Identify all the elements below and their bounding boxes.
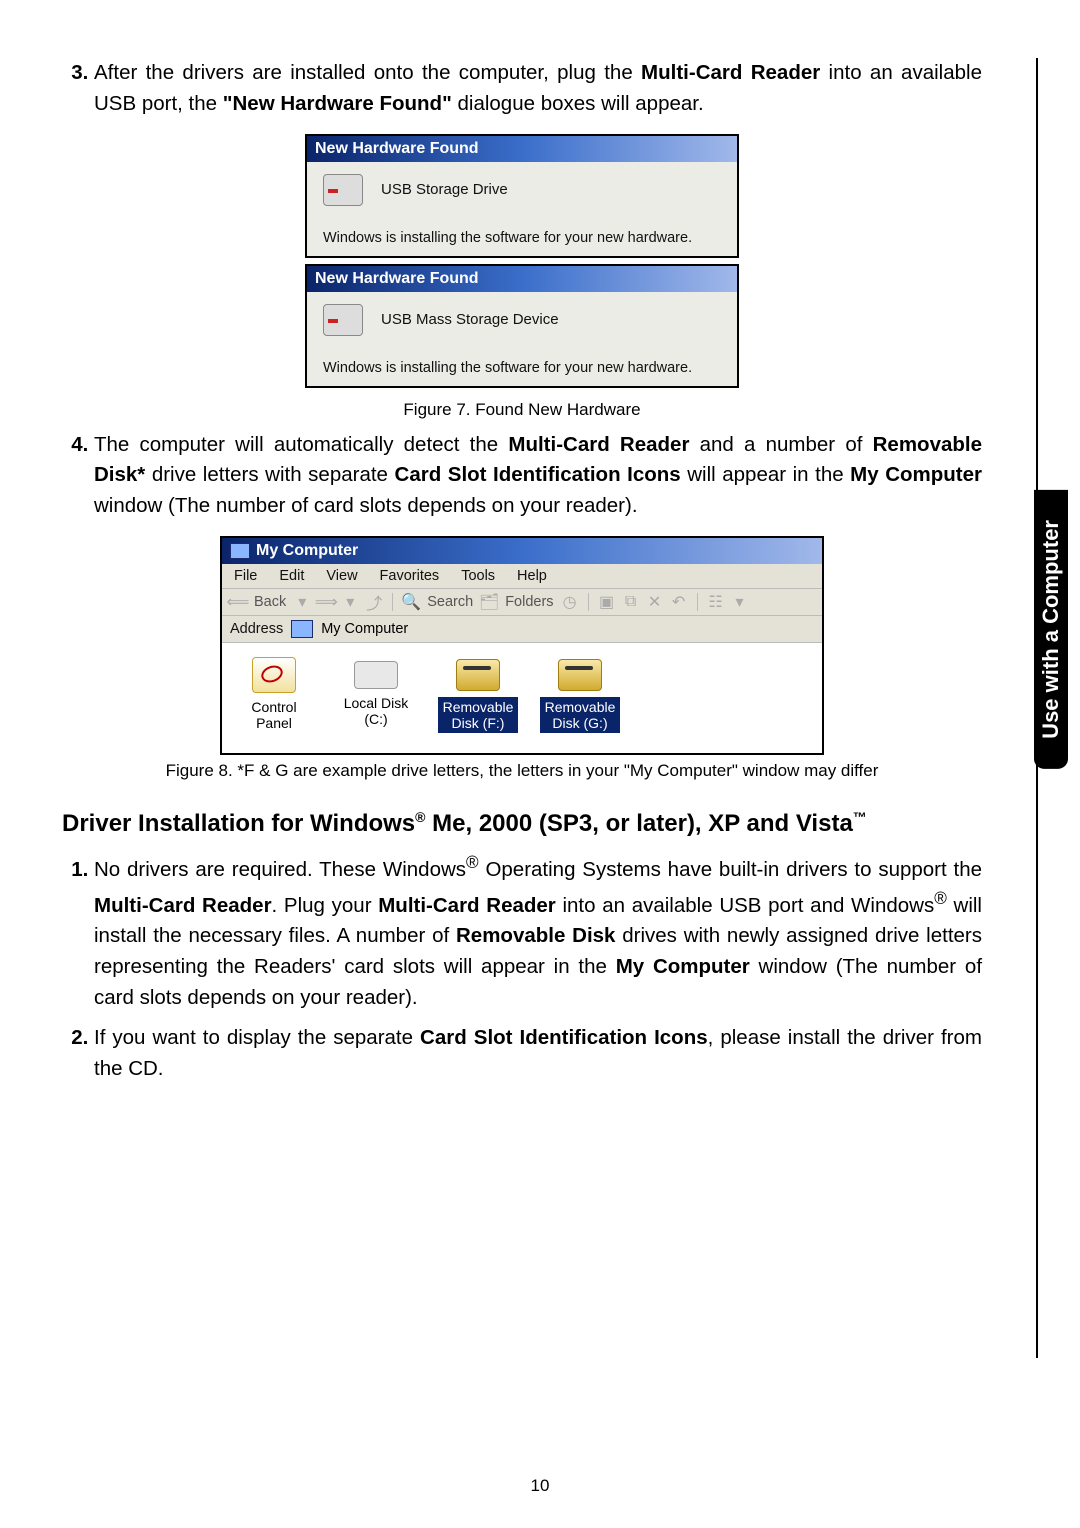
local-disk-c-item[interactable]: Local Disk (C:)	[336, 657, 416, 727]
search-button[interactable]: Search	[427, 594, 473, 610]
side-tab: Use with a Computer	[1034, 490, 1068, 769]
menu-file[interactable]: File	[234, 568, 257, 584]
history-icon[interactable]: ◷	[562, 594, 578, 610]
icon-label: Removable Disk (G:)	[540, 697, 620, 733]
address-bar: Address My Computer	[222, 616, 822, 643]
removable-disk-icon	[558, 659, 602, 691]
t: and a number of	[689, 433, 872, 456]
b: My Computer	[850, 463, 982, 486]
icon-label: Control Panel	[251, 699, 296, 731]
toolbar: ⟸ Back ▾ ⟹ ▾ ⤴ 🔍 Search 🗂 Folders ◷ ▣ ⧉ …	[222, 589, 822, 616]
registered-mark: ®	[415, 809, 425, 825]
icon-area: Control Panel Local Disk (C:) Removable …	[222, 643, 822, 753]
dialog-status: Windows is installing the software for y…	[307, 228, 737, 256]
removable-disk-icon	[456, 659, 500, 691]
address-value[interactable]: My Computer	[321, 621, 408, 637]
step-3: After the drivers are installed onto the…	[94, 58, 982, 120]
b: Multi-Card Reader	[94, 893, 272, 916]
window-title: My Computer	[256, 542, 358, 560]
menu-edit[interactable]: Edit	[279, 568, 304, 584]
separator	[697, 593, 698, 611]
separator	[588, 593, 589, 611]
device-icon	[323, 174, 363, 206]
dialog-status: Windows is installing the software for y…	[307, 358, 737, 386]
my-computer-window: My Computer File Edit View Favorites Too…	[220, 536, 824, 755]
figure7-caption: Figure 7. Found New Hardware	[403, 400, 640, 420]
dialog-title: New Hardware Found	[307, 266, 737, 292]
removable-disk-g-item[interactable]: Removable Disk (G:)	[540, 657, 620, 733]
back-icon[interactable]: ⟸	[230, 594, 246, 610]
my-computer-icon	[230, 543, 250, 559]
t: drive letters with separate	[145, 463, 394, 486]
bold-mcr: Multi-Card Reader	[641, 61, 820, 84]
address-label: Address	[230, 621, 283, 637]
t: will appear in the	[681, 463, 850, 486]
window-titlebar: My Computer	[222, 538, 822, 564]
menu-favorites[interactable]: Favorites	[380, 568, 440, 584]
dropdown-icon[interactable]: ▾	[342, 594, 358, 610]
copy-icon[interactable]: ⧉	[623, 594, 639, 610]
dropdown-icon[interactable]: ▾	[294, 594, 310, 610]
figure8-caption: Figure 8. *F & G are example drive lette…	[166, 761, 879, 781]
page-number: 10	[0, 1476, 1080, 1496]
dialog-nhf-1: New Hardware Found USB Storage Drive Win…	[305, 134, 739, 258]
icon-label: Removable Disk (F:)	[438, 697, 518, 733]
back-button[interactable]: Back	[254, 594, 286, 610]
b: Card Slot Identification Icons	[420, 1026, 708, 1049]
trademark-mark: ™	[853, 809, 867, 825]
menu-help[interactable]: Help	[517, 568, 547, 584]
removable-disk-f-item[interactable]: Removable Disk (F:)	[438, 657, 518, 733]
t: If you want to display the separate	[94, 1026, 420, 1049]
control-panel-icon	[252, 657, 296, 693]
menu-tools[interactable]: Tools	[461, 568, 495, 584]
my-computer-icon	[291, 620, 313, 638]
bold-nhf: "New Hardware Found"	[223, 92, 452, 115]
b: Card Slot Identification Icons	[395, 463, 681, 486]
folders-button[interactable]: Folders	[505, 594, 553, 610]
t: window (The number of card slots depends…	[94, 494, 638, 517]
section-heading: Driver Installation for Windows® Me, 200…	[62, 809, 982, 838]
figure-7: New Hardware Found USB Storage Drive Win…	[62, 134, 982, 420]
h: Me, 2000 (SP3, or later), XP and Vista	[425, 810, 852, 837]
menu-view[interactable]: View	[326, 568, 357, 584]
b: Removable Disk	[456, 924, 615, 947]
b: Multi-Card Reader	[378, 893, 556, 916]
device-name: USB Storage Drive	[381, 181, 508, 198]
t: Operating Systems have built-in drivers …	[479, 858, 982, 881]
folders-icon[interactable]: 🗂	[481, 594, 497, 610]
t: into an available USB port and Windows	[556, 893, 934, 916]
device-icon	[323, 304, 363, 336]
step3-text3: dialogue boxes will appear.	[452, 92, 704, 115]
t: . Plug your	[272, 893, 379, 916]
t: No drivers are required. These Windows	[94, 858, 466, 881]
figure-8: My Computer File Edit View Favorites Too…	[62, 536, 982, 781]
dialog-title: New Hardware Found	[307, 136, 737, 162]
separator	[392, 593, 393, 611]
b: Multi-Card Reader	[508, 433, 689, 456]
section-step-1: No drivers are required. These Windows® …	[94, 850, 982, 1013]
dialog-nhf-2: New Hardware Found USB Mass Storage Devi…	[305, 264, 739, 388]
t: The computer will automatically detect t…	[94, 433, 508, 456]
main-content: After the drivers are installed onto the…	[62, 58, 1018, 1085]
device-name: USB Mass Storage Device	[381, 311, 559, 328]
drive-icon	[354, 661, 398, 689]
step3-text: After the drivers are installed onto the…	[94, 61, 641, 84]
search-icon[interactable]: 🔍	[403, 594, 419, 610]
move-icon[interactable]: ▣	[599, 594, 615, 610]
delete-icon[interactable]: ✕	[647, 594, 663, 610]
h: Driver Installation for Windows	[62, 810, 415, 837]
up-icon[interactable]: ⤴	[366, 594, 382, 610]
reg: ®	[466, 853, 479, 872]
undo-icon[interactable]: ↶	[671, 594, 687, 610]
forward-icon[interactable]: ⟹	[318, 594, 334, 610]
dropdown-icon[interactable]: ▾	[732, 594, 748, 610]
reg: ®	[934, 889, 947, 908]
views-icon[interactable]: ☷	[708, 594, 724, 610]
step-4: The computer will automatically detect t…	[94, 430, 982, 522]
section-step-2: If you want to display the separate Card…	[94, 1023, 982, 1085]
icon-label: Local Disk (C:)	[344, 695, 409, 727]
control-panel-item[interactable]: Control Panel	[234, 657, 314, 731]
b: My Computer	[616, 955, 750, 978]
menu-bar: File Edit View Favorites Tools Help	[222, 564, 822, 589]
